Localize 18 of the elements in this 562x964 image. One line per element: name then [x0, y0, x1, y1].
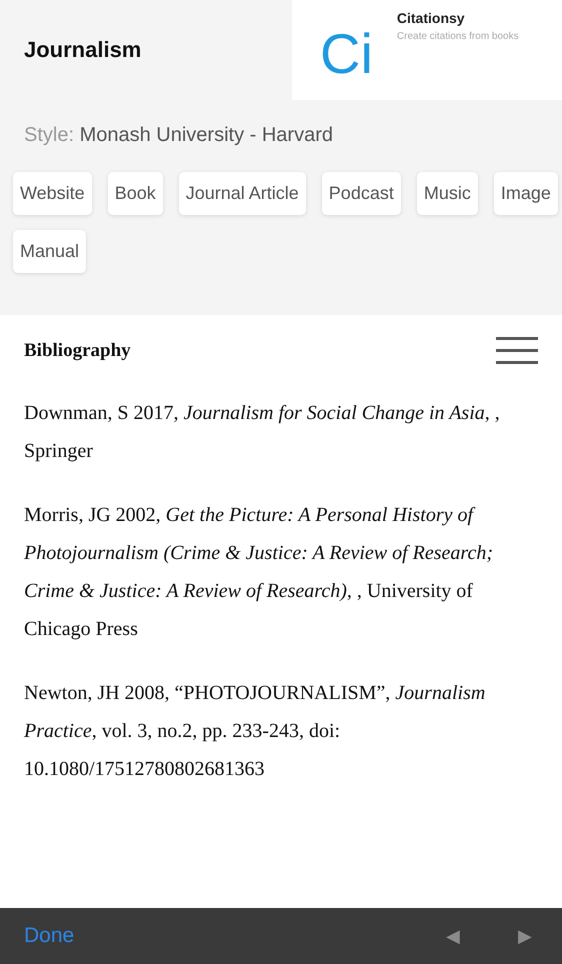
ad-banner[interactable]: Ci Citationsy Create citations from books [292, 0, 562, 100]
source-type-button[interactable]: Podcast [322, 172, 401, 215]
page-title: Journalism [23, 36, 142, 64]
source-type-button[interactable]: Music [416, 172, 478, 215]
citation-entry: Downman, S 2017, Journalism for Social Change in Asia, , Springer [24, 400, 501, 464]
source-type-button[interactable]: Image [494, 172, 558, 215]
style-label: Style: Monash University - Harvard [23, 123, 334, 148]
menu-icon[interactable] [496, 337, 538, 366]
section-title: Bibliography [24, 339, 131, 363]
app-logo: Ci [320, 26, 373, 87]
source-type-button[interactable]: Manual [13, 230, 86, 273]
app-name: Citationsy [396, 9, 466, 28]
citation-entry: Newton, JH 2008, “PHOTOJOURNALISM”, Journalism Practice, vol. 3, no.2, pp. 233-243, doi: 10.1080/17512780802681363 [24, 680, 486, 782]
source-type-button[interactable]: Book [108, 172, 163, 215]
app-tagline: Create citations from books [396, 30, 519, 44]
citation-entry: Morris, JG 2002, Get the Picture: A Personal History of Photojournalism (Crime & Justice: A Review of Research; Crime & Justice: A Review of Research), , University of Chicago Press [24, 502, 494, 642]
source-type-button[interactable]: Journal Article [178, 172, 306, 215]
source-type-button[interactable]: Website [13, 172, 92, 215]
